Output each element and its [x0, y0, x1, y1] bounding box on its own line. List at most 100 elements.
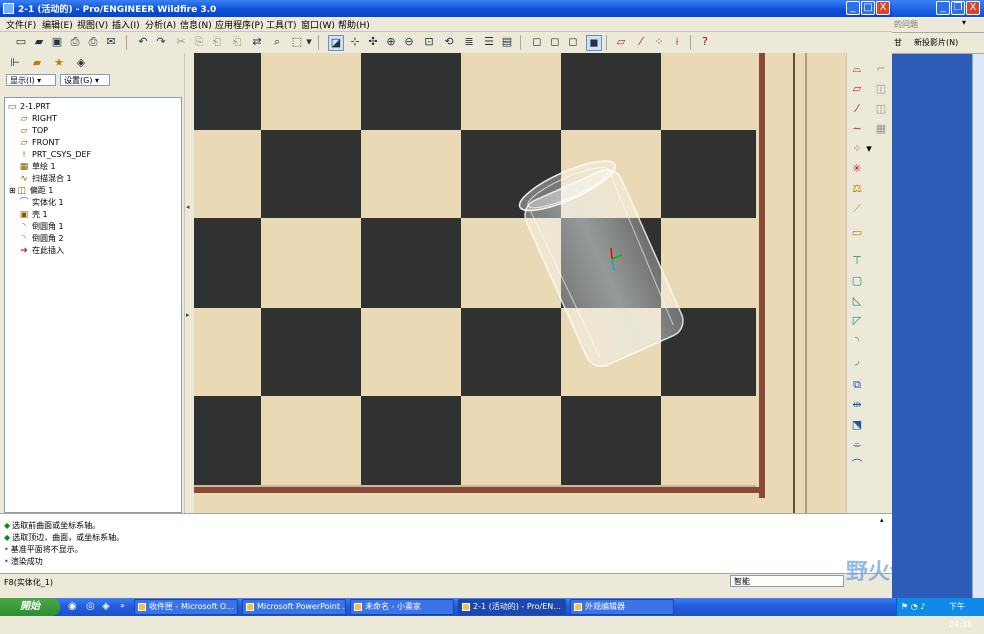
tree-node-swept-blend[interactable]: ∿ 扫描混合 1: [19, 173, 71, 185]
tree-node-shell[interactable]: ▣ 壳 1: [19, 209, 48, 221]
quick-launch-icon[interactable]: ◎: [86, 601, 95, 612]
undo-icon[interactable]: ↶: [136, 35, 150, 49]
open-folder-icon[interactable]: ▰: [32, 35, 46, 49]
coord-systems-icon[interactable]: ⟊: [670, 35, 684, 49]
no-hidden-icon[interactable]: ◻: [566, 35, 580, 49]
spin-center-icon[interactable]: ⊹: [348, 35, 362, 49]
save-icon[interactable]: ▣: [50, 35, 64, 49]
menu-window[interactable]: 窗口(W): [301, 18, 335, 31]
help-search-box[interactable]: 的问题 ▾: [892, 18, 984, 33]
expand-icon[interactable]: ⊞: [9, 186, 16, 195]
hidden-line-icon[interactable]: ◻: [548, 35, 562, 49]
collapse-right-icon[interactable]: ▸: [186, 311, 190, 319]
tree-node-csys[interactable]: ⟊ PRT_CSYS_DEF: [19, 149, 91, 161]
menu-file[interactable]: 文件(F): [6, 18, 36, 31]
menu-analysis[interactable]: 分析(A): [145, 18, 176, 31]
point-tool-icon[interactable]: ⁘: [849, 141, 865, 157]
menu-view[interactable]: 视图(V): [77, 18, 108, 31]
quick-launch-icon[interactable]: ◈: [102, 601, 110, 612]
analysis-tool-icon[interactable]: ⚖: [849, 181, 865, 197]
menu-edit[interactable]: 编辑(E): [42, 18, 73, 31]
model-tree-tab-icon[interactable]: ⊩: [8, 56, 22, 70]
folder-browser-tab-icon[interactable]: ▰: [30, 56, 44, 70]
datum-axes-icon[interactable]: ⁄: [634, 35, 648, 49]
merge-tool-icon[interactable]: ⬔: [849, 417, 865, 433]
menu-insert[interactable]: 插入(I): [112, 18, 140, 31]
menu-info[interactable]: 信息(N): [180, 18, 212, 31]
plane-tool-icon[interactable]: ▱: [849, 81, 865, 97]
wireframe-icon[interactable]: ◻: [530, 35, 544, 49]
curve-tool-icon[interactable]: ∼: [849, 121, 865, 137]
new-slide-button[interactable]: 新投影片(N): [914, 37, 958, 48]
rendered-model-view[interactable]: [194, 53, 846, 513]
paste-icon[interactable]: ⎗: [210, 35, 224, 49]
tray-icons[interactable]: ⚑ ◔ ♪: [901, 598, 925, 616]
minimize-button[interactable]: _: [936, 1, 950, 15]
chevron-down-icon[interactable]: ▾: [865, 141, 873, 157]
chevron-down-icon[interactable]: ▾: [962, 18, 966, 27]
menu-tools[interactable]: 工具(T): [266, 18, 297, 31]
datum-points-icon[interactable]: ⁘: [652, 35, 666, 49]
email-icon[interactable]: ✉: [104, 35, 118, 49]
context-help-icon[interactable]: ?: [698, 35, 712, 49]
copy-tool-icon[interactable]: ⧉: [849, 377, 865, 393]
menu-help[interactable]: 帮助(H): [338, 18, 370, 31]
chevron-right-icon[interactable]: »: [120, 601, 125, 610]
reorient-icon[interactable]: ⟲: [442, 35, 456, 49]
show-dropdown[interactable]: 显示(I) ▾: [6, 74, 56, 86]
paste-special-icon[interactable]: ⎗: [230, 35, 244, 49]
zoom-in-icon[interactable]: ⊕: [384, 35, 398, 49]
rib-tool-icon[interactable]: ◺: [849, 293, 865, 309]
extend-tool-icon[interactable]: ⌒: [849, 457, 865, 473]
collapse-left-icon[interactable]: ◂: [186, 203, 190, 211]
trim-tool-icon[interactable]: ⌯: [849, 437, 865, 453]
tree-node-round-1[interactable]: ◝ 倒圆角 1: [19, 221, 63, 233]
tree-node-solidify[interactable]: ⌒ 实体化 1: [19, 197, 63, 209]
connections-tab-icon[interactable]: ◈: [74, 56, 88, 70]
regenerate-icon[interactable]: ⇄: [250, 35, 264, 49]
selection-filter[interactable]: 智能: [730, 575, 844, 587]
refit-icon[interactable]: ⊡: [422, 35, 436, 49]
shell-tool-icon[interactable]: ▢: [849, 273, 865, 289]
copy-icon[interactable]: ⎘: [192, 35, 206, 49]
hole-tool-icon[interactable]: ⊤: [849, 253, 865, 269]
tree-node-insert-here[interactable]: ➔ 在此插入: [19, 245, 64, 257]
cut-icon[interactable]: ✂: [174, 35, 188, 49]
taskbar-item-powerpoint[interactable]: Microsoft PowerPoint ...: [242, 599, 346, 615]
saved-views-icon[interactable]: ≣: [462, 35, 476, 49]
start-button[interactable]: 開始: [0, 598, 60, 616]
tree-node-right[interactable]: ▱ RIGHT: [19, 113, 58, 125]
repaint-icon[interactable]: ◪: [328, 35, 344, 51]
shading-icon[interactable]: ◼: [586, 35, 602, 51]
close-button[interactable]: X: [966, 1, 980, 15]
minimize-button[interactable]: _: [846, 1, 860, 15]
mirror-tool-icon[interactable]: ⇹: [849, 397, 865, 413]
tree-node-offset[interactable]: ⊞ ◫ 偏距 1: [9, 185, 53, 197]
tree-node-sketch[interactable]: ▦ 草绘 1: [19, 161, 56, 173]
restore-button[interactable]: ❐: [951, 1, 965, 15]
print-preview-icon[interactable]: ⎙: [86, 35, 100, 49]
annotation-tool-icon[interactable]: ▭: [849, 225, 865, 241]
orient-mode-icon[interactable]: ✣: [366, 35, 380, 49]
vertical-scrollbar[interactable]: [972, 54, 984, 598]
datum-planes-icon[interactable]: ▱: [614, 35, 628, 49]
new-file-icon[interactable]: ▭: [14, 35, 28, 49]
menu-applications[interactable]: 应用程序(P): [215, 18, 263, 31]
tree-node-top[interactable]: ▱ TOP: [19, 125, 48, 137]
close-button[interactable]: X: [876, 1, 890, 15]
redo-icon[interactable]: ↷: [154, 35, 168, 49]
layers-icon[interactable]: ☰: [482, 35, 496, 49]
round-tool-icon[interactable]: ◝: [849, 333, 865, 349]
select-box-icon[interactable]: ⬚: [290, 35, 304, 49]
taskbar-item-appearance-editor[interactable]: 外观编辑器: [570, 599, 674, 615]
taskbar-item-outlook[interactable]: 收件匣 - Microsoft O...: [134, 599, 238, 615]
draft-tool-icon[interactable]: ◸: [849, 313, 865, 329]
chamfer-tool-icon[interactable]: ◞: [849, 353, 865, 369]
quick-launch-icon[interactable]: ◉: [68, 601, 77, 612]
tree-node-front[interactable]: ▱ FRONT: [19, 137, 60, 149]
graphics-window[interactable]: [194, 53, 846, 513]
maximize-button[interactable]: □: [861, 1, 875, 15]
settings-dropdown[interactable]: 设置(G) ▾: [60, 74, 110, 86]
axis-tool-icon[interactable]: ⁄: [849, 101, 865, 117]
sketch-tool-icon[interactable]: ⌓: [849, 61, 865, 77]
